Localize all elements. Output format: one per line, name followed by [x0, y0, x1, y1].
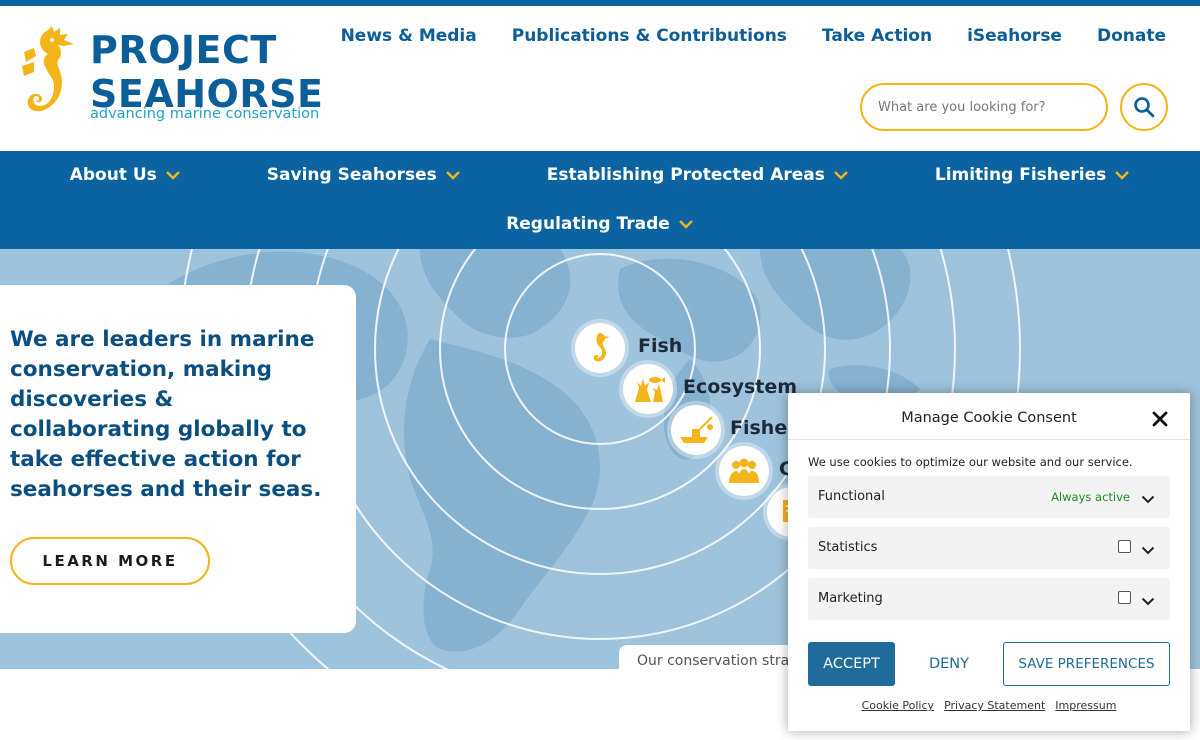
cookie-category-functional[interactable]: Functional Always active: [808, 476, 1170, 518]
ring-icon-community: [719, 446, 769, 496]
search-box: [860, 83, 1108, 131]
search-icon: [1134, 97, 1155, 118]
nav-regulating-trade[interactable]: Regulating Trade: [506, 212, 694, 236]
ring-label-fish: Fish: [638, 335, 683, 357]
main-nav-row: About Us Saving Seahorses Establishing P…: [0, 163, 1200, 187]
nav-item-label: Regulating Trade: [506, 214, 670, 234]
cookie-description: We use cookies to optimize our website a…: [808, 455, 1133, 469]
save-preferences-button[interactable]: SAVE PREFERENCES: [1003, 642, 1170, 686]
nav-about-us[interactable]: About Us: [70, 163, 181, 187]
marketing-checkbox[interactable]: [1118, 591, 1131, 604]
cookie-category-statistics[interactable]: Statistics: [808, 527, 1170, 569]
community-icon: [729, 458, 759, 483]
chevron-down-icon[interactable]: [1141, 546, 1155, 555]
cookie-policy-link[interactable]: Cookie Policy: [862, 699, 934, 712]
nav-limiting-fisheries[interactable]: Limiting Fisheries: [935, 163, 1130, 187]
accept-button[interactable]: ACCEPT: [808, 642, 895, 686]
top-nav-take-action[interactable]: Take Action: [822, 26, 932, 46]
impressum-link[interactable]: Impressum: [1055, 699, 1116, 712]
nav-item-label: About Us: [69, 165, 157, 185]
top-nav-iseahorse[interactable]: iSeahorse: [967, 26, 1062, 46]
top-nav-news-media[interactable]: News & Media: [341, 26, 477, 46]
cookie-category-marketing[interactable]: Marketing: [808, 578, 1170, 620]
divider: [788, 439, 1190, 440]
logo-tagline: advancing marine conservation: [90, 106, 320, 122]
learn-more-button[interactable]: LEARN MORE: [10, 537, 210, 585]
ring-label-fisher: Fisher: [730, 417, 797, 439]
hero-headline: We are leaders in marine conservation, m…: [10, 327, 322, 502]
cookie-category-label: Functional: [818, 489, 885, 504]
close-icon[interactable]: [1150, 409, 1170, 429]
cookie-actions: ACCEPT DENY SAVE PREFERENCES Cookie Poli…: [788, 627, 1190, 731]
ring-icon-fish: [575, 323, 625, 373]
chevron-down-icon: [834, 171, 848, 180]
top-nav-publications[interactable]: Publications & Contributions: [512, 26, 787, 46]
chevron-down-icon[interactable]: [1141, 597, 1155, 606]
chevron-down-icon: [1115, 171, 1130, 180]
site-header: PROJECT SEAHORSE advancing marine conser…: [0, 6, 1200, 151]
seahorse-icon: [22, 26, 75, 112]
chevron-down-icon: [678, 220, 693, 229]
cookie-consent-dialog: Manage Cookie Consent We use cookies to …: [788, 393, 1190, 731]
seahorse-icon: [593, 333, 610, 362]
top-nav-donate[interactable]: Donate: [1097, 26, 1166, 46]
search-button[interactable]: [1120, 83, 1168, 131]
always-active-label: Always active: [1051, 490, 1130, 504]
hero-card: We are leaders in marine conservation, m…: [0, 285, 356, 633]
chevron-down-icon: [445, 171, 460, 180]
fishing-boat-icon: [680, 416, 713, 443]
deny-button[interactable]: DENY: [913, 642, 985, 686]
statistics-checkbox[interactable]: [1118, 540, 1131, 553]
top-navigation: News & Media Publications & Contribution…: [306, 26, 1166, 46]
chevron-down-icon[interactable]: [1141, 495, 1155, 504]
ring-icon-fisher: [671, 405, 721, 455]
nav-saving-seahorses[interactable]: Saving Seahorses: [267, 163, 461, 187]
cookie-category-label: Statistics: [818, 540, 878, 555]
coral-fish-icon: [635, 377, 665, 402]
site-logo[interactable]: PROJECT SEAHORSE advancing marine conser…: [18, 26, 338, 136]
nav-protected-areas[interactable]: Establishing Protected Areas: [547, 163, 849, 187]
main-navigation: About Us Saving Seahorses Establishing P…: [0, 151, 1200, 249]
cookie-links: Cookie Policy Privacy Statement Impressu…: [788, 699, 1190, 712]
ring-label-ecosystem: Ecosystem: [683, 376, 798, 398]
ring-icon-ecosystem: [623, 364, 673, 414]
nav-item-label: Establishing Protected Areas: [546, 165, 825, 185]
nav-item-label: Limiting Fisheries: [934, 165, 1107, 185]
privacy-statement-link[interactable]: Privacy Statement: [944, 699, 1045, 712]
main-nav-row: Regulating Trade: [0, 212, 1200, 236]
logo-title-line1: PROJECT: [90, 28, 277, 72]
chevron-down-icon: [165, 171, 180, 180]
nav-item-label: Saving Seahorses: [266, 165, 437, 185]
search-input[interactable]: [862, 85, 1106, 129]
logo-wordmark: PROJECT SEAHORSE: [90, 28, 323, 116]
cookie-dialog-title: Manage Cookie Consent: [901, 410, 1077, 426]
cookie-category-label: Marketing: [818, 591, 883, 606]
